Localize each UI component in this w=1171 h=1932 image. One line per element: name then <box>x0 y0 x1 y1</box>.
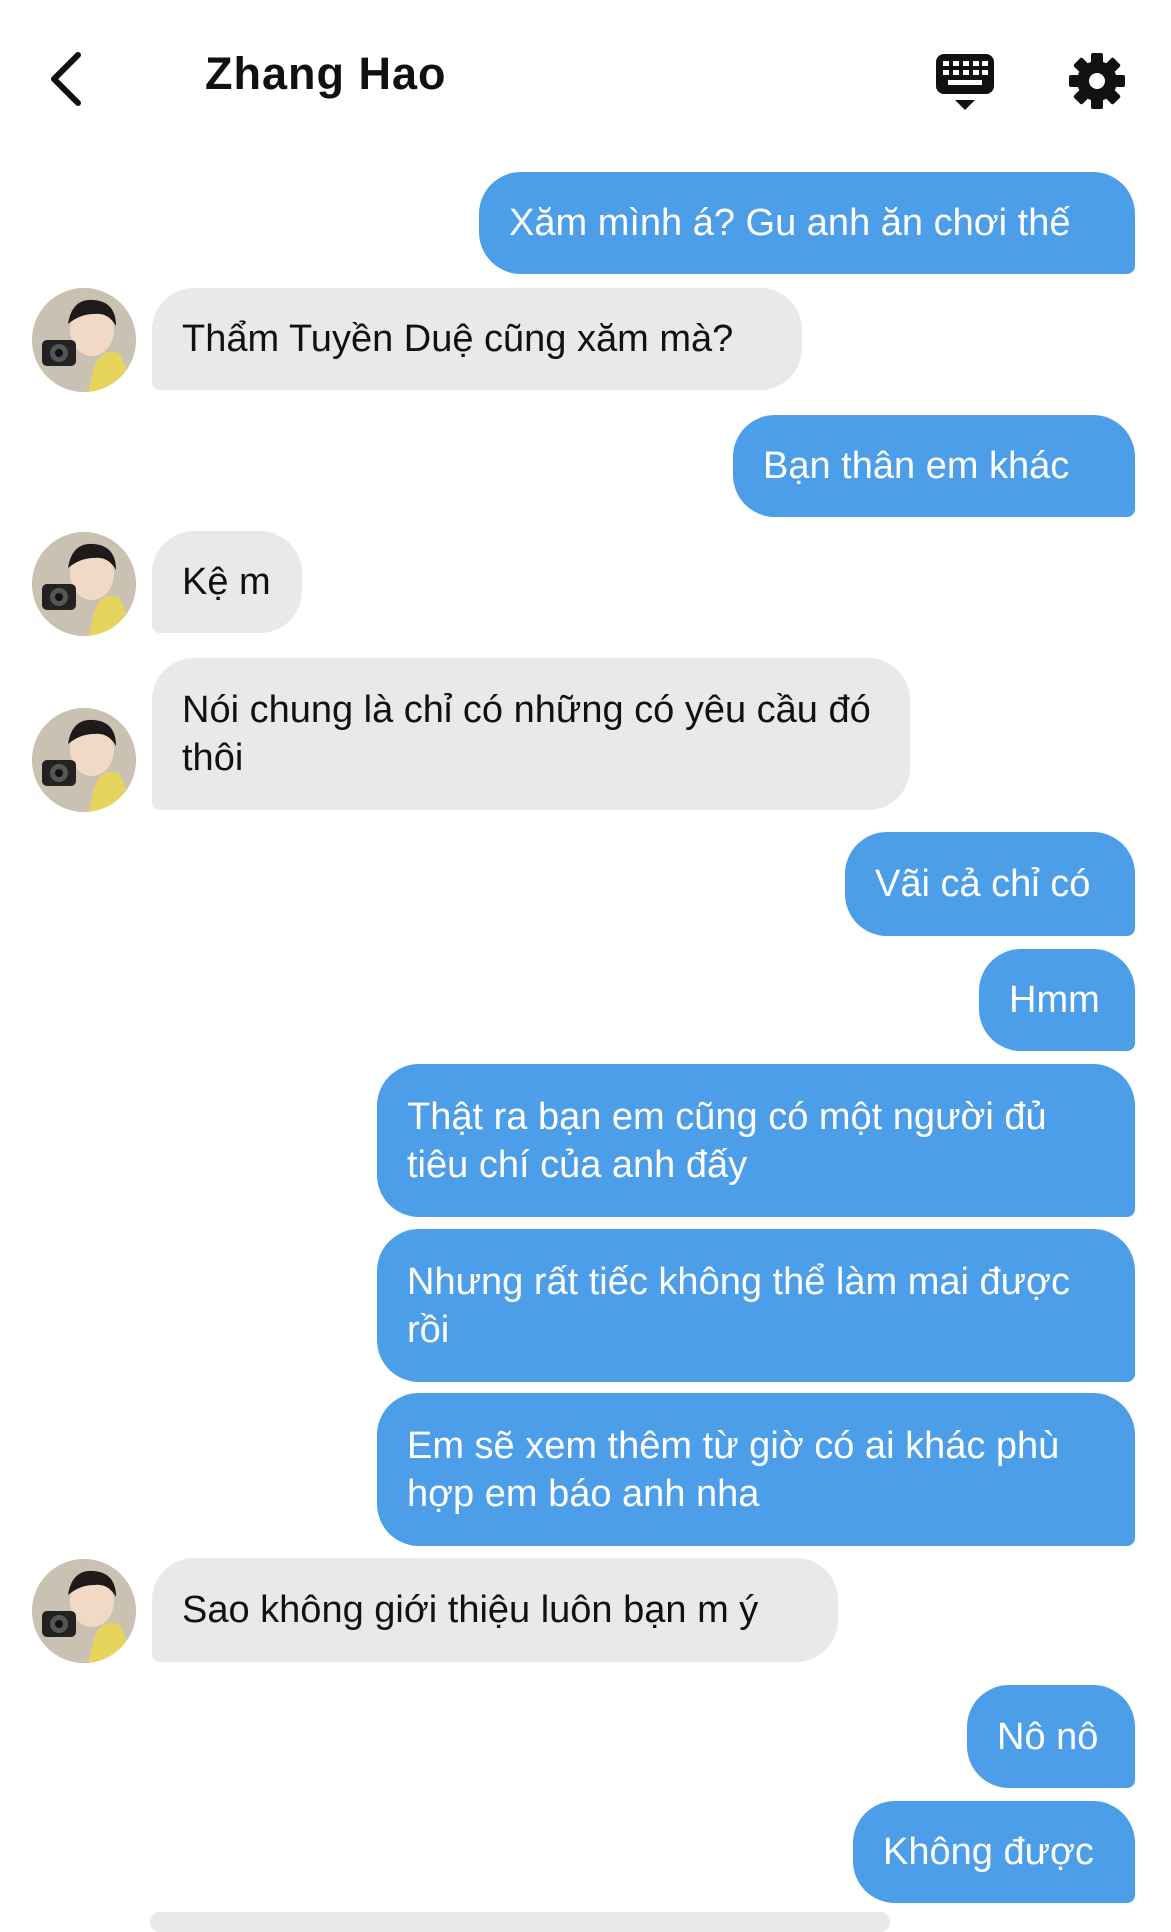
avatar[interactable] <box>32 288 136 392</box>
sent-message[interactable]: Bạn thân em khác <box>733 415 1135 517</box>
sent-message[interactable]: Thật ra bạn em cũng có một người đủ tiêu… <box>377 1064 1135 1217</box>
avatar-image <box>32 288 136 392</box>
sent-message[interactable]: Không được <box>853 1801 1135 1903</box>
sent-message[interactable]: Nhưng rất tiếc không thể làm mai được rồ… <box>377 1229 1135 1382</box>
avatar[interactable] <box>32 708 136 812</box>
received-message[interactable]: Kệ m <box>152 531 302 633</box>
sent-message[interactable]: Vãi cả chỉ có <box>845 832 1135 936</box>
avatar-image <box>32 532 136 636</box>
received-message[interactable]: Thẩm Tuyền Duệ cũng xăm mà? <box>152 288 802 390</box>
avatar-image <box>32 708 136 812</box>
avatar-image <box>32 1559 136 1663</box>
avatar[interactable] <box>32 532 136 636</box>
partial-message <box>150 1912 890 1932</box>
sent-message[interactable]: Em sẽ xem thêm từ giờ có ai khác phù hợp… <box>377 1393 1135 1546</box>
sent-message[interactable]: Hmm <box>979 949 1135 1051</box>
sent-message[interactable]: Nô nô <box>967 1685 1135 1788</box>
received-message[interactable]: Sao không giới thiệu luôn bạn m ý <box>152 1558 838 1662</box>
avatar[interactable] <box>32 1559 136 1663</box>
sent-message[interactable]: Xăm mình á? Gu anh ăn chơi thế <box>479 172 1135 274</box>
received-message[interactable]: Nói chung là chỉ có những có yêu cầu đó … <box>152 658 910 810</box>
message-list[interactable]: Xăm mình á? Gu anh ăn chơi thế Thẩm Tuyề… <box>0 0 1171 1932</box>
